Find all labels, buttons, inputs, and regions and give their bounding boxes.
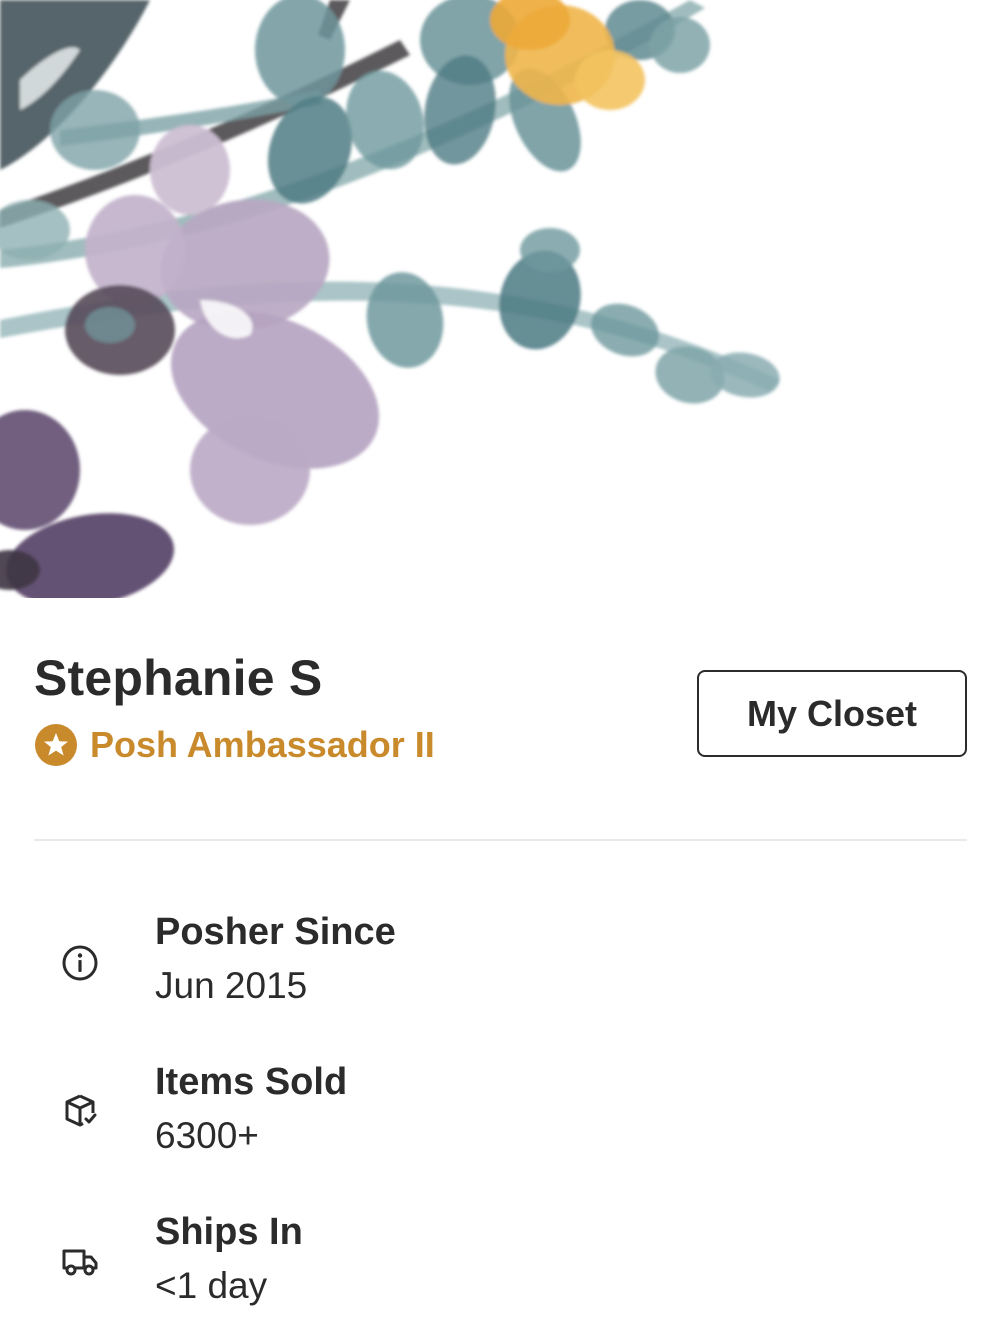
user-name: Stephanie S [34, 650, 323, 706]
info-icon [60, 943, 100, 983]
badge-label: Posh Ambassador II [90, 724, 435, 765]
profile-page: Stephanie S Posh Ambassador II My Closet… [0, 0, 1000, 1333]
stat-value: Jun 2015 [155, 965, 308, 1006]
stat-ships-in: Ships In <1 day [0, 1209, 1000, 1329]
stat-posher-since: Posher Since Jun 2015 [0, 909, 1000, 1029]
watercolor-floral-illustration [0, 0, 780, 598]
package-check-icon [60, 1091, 100, 1131]
stat-label: Items Sold [155, 1061, 348, 1103]
stat-label: Posher Since [155, 911, 396, 953]
cover-image [0, 0, 1000, 598]
section-divider [34, 839, 967, 841]
truck-icon [60, 1241, 100, 1281]
star-badge-icon [34, 723, 78, 767]
stat-value: 6300+ [155, 1115, 259, 1156]
stat-label: Ships In [155, 1211, 303, 1253]
profile-header: Stephanie S Posh Ambassador II [34, 648, 654, 770]
stat-items-sold: Items Sold 6300+ [0, 1059, 1000, 1179]
ambassador-badge[interactable]: Posh Ambassador II [34, 720, 654, 770]
my-closet-button[interactable]: My Closet [697, 670, 967, 757]
stat-value: <1 day [155, 1265, 268, 1306]
